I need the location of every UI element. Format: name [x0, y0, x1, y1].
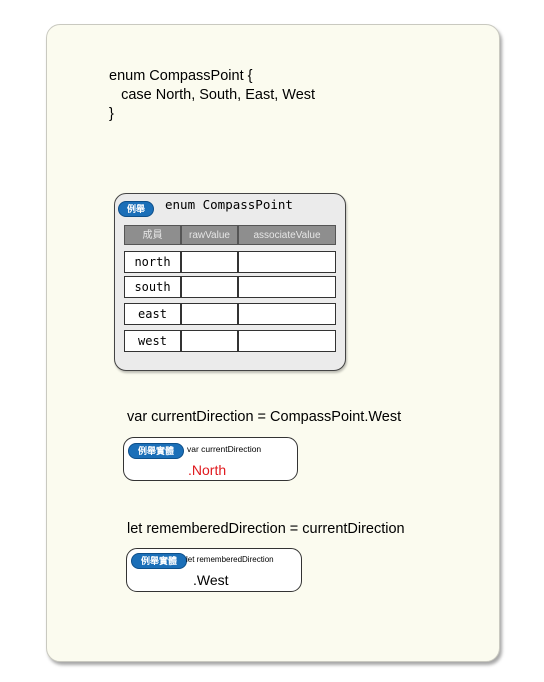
instance-value-remembered: .West [193, 572, 229, 588]
code-line-2: case North, South, East, West [109, 87, 316, 103]
rawvalue-cell [181, 251, 238, 273]
associatevalue-cell [238, 251, 336, 273]
instance-label-current: var currentDirection [187, 444, 262, 454]
member-cell-south: south [124, 276, 181, 298]
header-rawvalue: rawValue [181, 225, 238, 245]
instance-label-remembered: let rememberedDirection [186, 555, 274, 564]
associatevalue-cell [238, 303, 336, 325]
header-member: 成員 [124, 225, 181, 245]
code-line-1: enum CompassPoint { [109, 68, 253, 84]
rawvalue-cell [181, 276, 238, 298]
enum-badge: 例舉 [118, 201, 154, 217]
associatevalue-cell [238, 330, 336, 352]
associatevalue-cell [238, 276, 336, 298]
code-line-3: } [109, 106, 114, 122]
header-associatevalue: associateValue [238, 225, 336, 245]
rawvalue-cell [181, 330, 238, 352]
statement-remembered-direction: let rememberedDirection = currentDirecti… [127, 521, 405, 537]
statement-current-direction: var currentDirection = CompassPoint.West [127, 409, 402, 425]
member-cell-north: north [124, 251, 181, 273]
instance-value-current: .North [188, 462, 227, 478]
member-cell-east: east [124, 303, 181, 325]
instance-badge-current: 例舉實體 [128, 443, 184, 459]
member-cell-west: west [124, 330, 181, 352]
instance-badge-remembered: 例舉實體 [131, 553, 187, 569]
enum-title: enum CompassPoint [165, 197, 293, 212]
enum-declaration-code: enum CompassPoint { case North, South, E… [109, 67, 315, 124]
rawvalue-cell [181, 303, 238, 325]
